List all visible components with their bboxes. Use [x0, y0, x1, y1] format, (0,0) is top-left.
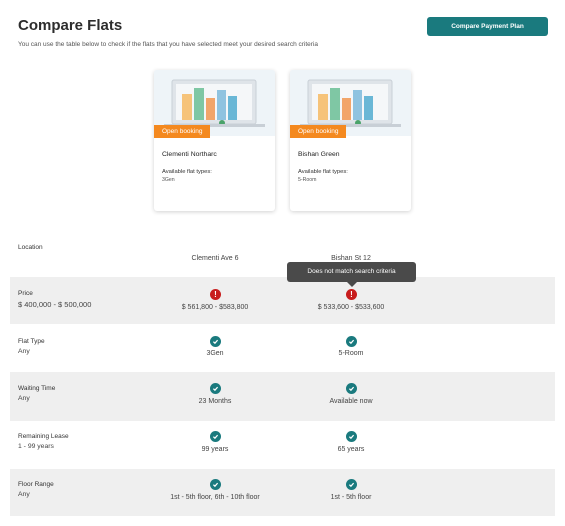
cell-location-2: Bishan St 12: [331, 255, 371, 262]
row-price: Price $ 400,000 - $ 500,000 ! ! $ 561,80…: [10, 277, 555, 324]
open-booking-badge: Open booking: [290, 125, 347, 138]
page-subtitle: You can use the table below to check if …: [18, 41, 319, 48]
row-criteria: $ 400,000 - $ 500,000: [18, 300, 92, 309]
cell-price-1: $ 561,800 - $583,800: [181, 304, 249, 311]
flat-name: Bishan Green: [298, 151, 340, 158]
row-label: Waiting Time: [18, 385, 56, 392]
cell-remaining-lease-2: 65 years: [337, 446, 365, 453]
row-label: Flat Type: [18, 338, 45, 345]
cell-price-2: $ 533,600 - $533,600: [317, 304, 385, 311]
row-remaining-lease: Remaining Lease 1 - 99 years 99 years 65…: [10, 421, 555, 470]
row-label: Remaining Lease: [18, 433, 69, 440]
row-criteria: Any: [18, 395, 30, 402]
exclamation-circle-icon[interactable]: !: [346, 289, 357, 300]
cell-floor-range-2: 1st - 5th floor: [330, 494, 372, 501]
row-criteria: Any: [18, 348, 30, 355]
flat-types-value: 5-Room: [298, 177, 317, 183]
cell-location-1: Clementi Ave 6: [191, 255, 239, 262]
check-circle-icon: [346, 431, 357, 442]
row-floor-range: Floor Range Any 1st - 5th floor, 6th - 1…: [10, 469, 555, 516]
cell-floor-range-1: 1st - 5th floor, 6th - 10th floor: [170, 494, 260, 501]
row-location: Location Clementi Ave 6 Bishan St 12: [10, 229, 555, 278]
row-label: Floor Range: [18, 481, 54, 488]
cell-flat-type-1: 3Gen: [206, 350, 224, 357]
cell-waiting-time-2: Available now: [329, 398, 373, 405]
check-circle-icon: [346, 336, 357, 347]
row-label: Location: [18, 244, 43, 251]
row-label: Price: [18, 290, 33, 297]
exclamation-circle-icon[interactable]: !: [210, 289, 221, 300]
cell-waiting-time-1: 23 Months: [198, 398, 232, 405]
row-flat-type: Flat Type Any 3Gen 5-Room: [10, 325, 555, 374]
row-criteria: Any: [18, 491, 30, 498]
mismatch-tooltip: Does not match search criteria: [287, 262, 416, 287]
flat-name: Clementi Northarc: [162, 151, 217, 158]
check-circle-icon: [210, 431, 221, 442]
page-title: Compare Flats: [18, 17, 123, 34]
check-circle-icon: [346, 479, 357, 490]
flat-types-label: Available flat types:: [298, 169, 348, 175]
flat-types-label: Available flat types:: [162, 169, 212, 175]
flat-card-clementi[interactable]: Open booking Clementi Northarc Available…: [154, 70, 275, 211]
flat-types-value: 3Gen: [162, 177, 175, 183]
cell-remaining-lease-1: 99 years: [201, 446, 229, 453]
flat-card-bishan[interactable]: Open booking Bishan Green Available flat…: [290, 70, 411, 211]
check-circle-icon: [210, 383, 221, 394]
check-circle-icon: [210, 336, 221, 347]
check-circle-icon: [346, 383, 357, 394]
compare-payment-plan-button[interactable]: Compare Payment Plan: [427, 17, 548, 36]
row-criteria: 1 - 99 years: [18, 443, 54, 450]
check-circle-icon: [210, 479, 221, 490]
open-booking-badge: Open booking: [154, 125, 211, 138]
cell-flat-type-2: 5-Room: [338, 350, 364, 357]
row-waiting-time: Waiting Time Any 23 Months Available now: [10, 372, 555, 421]
